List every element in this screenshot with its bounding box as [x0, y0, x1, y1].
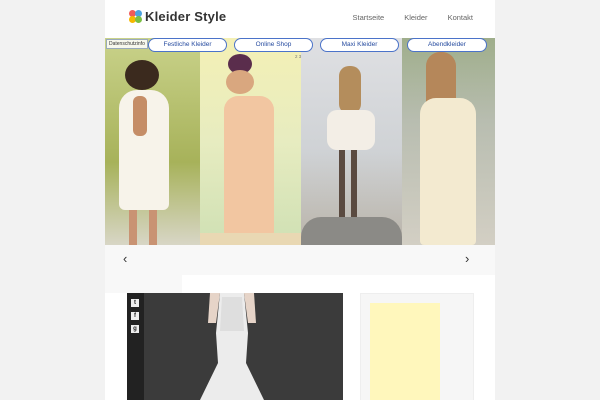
- site-header: Kleider Style Startseite Kleider Kontakt: [105, 0, 495, 36]
- nav-item-kontakt[interactable]: Kontakt: [448, 13, 473, 22]
- page-container: Kleider Style Startseite Kleider Kontakt: [105, 0, 495, 400]
- featured-image[interactable]: t f g: [127, 293, 343, 400]
- logo-icon: [129, 9, 143, 24]
- pill-festliche-kleider[interactable]: Festliche Kleider: [148, 38, 227, 52]
- chevron-right-icon[interactable]: ›: [465, 251, 469, 266]
- banner-photo-1: [105, 38, 200, 245]
- nav-item-startseite[interactable]: Startseite: [353, 13, 385, 22]
- sidebar-widget: [360, 293, 474, 400]
- pill-maxi-kleider[interactable]: Maxi Kleider: [320, 38, 399, 52]
- banner-photo-3: [301, 38, 402, 245]
- slider-controls: ‹ ›: [105, 245, 495, 275]
- nav-item-kleider[interactable]: Kleider: [404, 13, 427, 22]
- wedding-gown-image: [200, 293, 264, 400]
- logo-text: Kleider Style: [145, 9, 227, 24]
- pill-abendkleider[interactable]: Abendkleider: [407, 38, 487, 52]
- category-links: Datenschutzinfo Festliche Kleider Online…: [105, 38, 495, 52]
- content-spacer: [105, 275, 182, 293]
- main-nav: Startseite Kleider Kontakt: [353, 13, 473, 22]
- banner-photo-2: [200, 38, 301, 245]
- chevron-left-icon[interactable]: ‹: [123, 251, 127, 266]
- main-content: t f g: [105, 275, 495, 400]
- site-logo[interactable]: Kleider Style: [129, 9, 226, 24]
- ad-pager[interactable]: 2 3: [295, 54, 301, 59]
- hero-banner[interactable]: Datenschutzinfo Festliche Kleider Online…: [105, 38, 495, 245]
- share-bar: t f g: [127, 293, 144, 400]
- twitter-icon[interactable]: t: [131, 299, 139, 307]
- banner-photo-4: [402, 38, 495, 245]
- google-plus-icon[interactable]: g: [131, 325, 139, 333]
- sidebar-ad[interactable]: [370, 303, 440, 400]
- facebook-icon[interactable]: f: [131, 312, 139, 320]
- pill-online-shop[interactable]: Online Shop: [234, 38, 313, 52]
- privacy-info-link[interactable]: Datenschutzinfo: [106, 39, 148, 49]
